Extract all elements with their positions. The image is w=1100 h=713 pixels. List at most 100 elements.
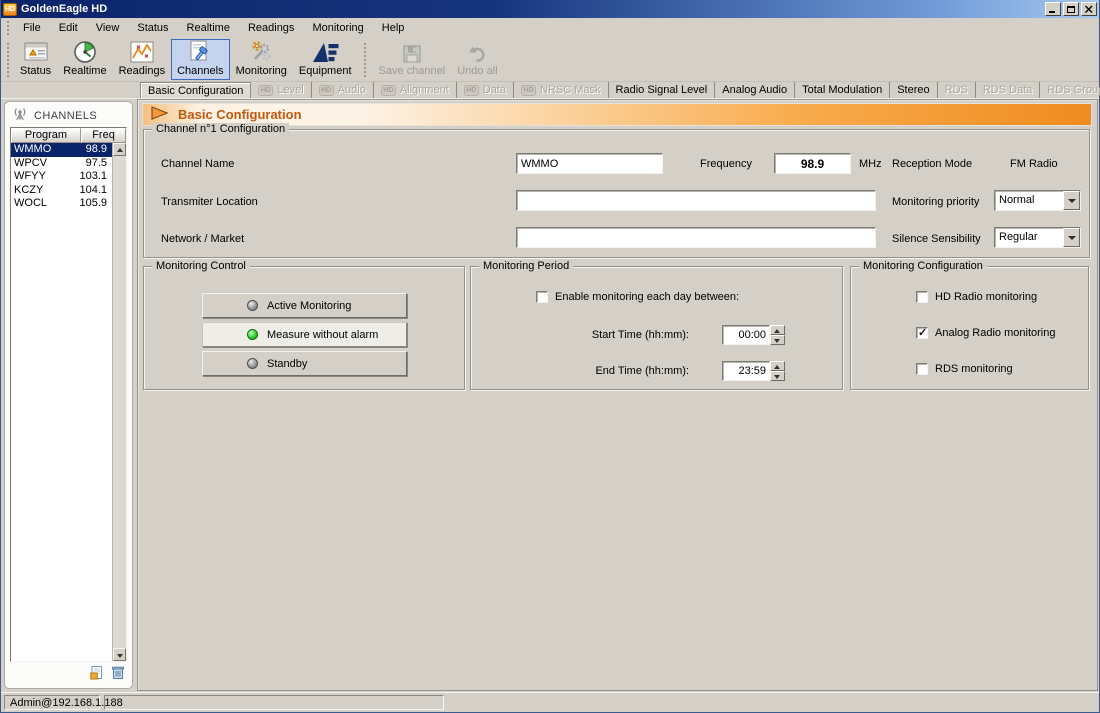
toolbar-button-realtime[interactable]: Realtime bbox=[57, 39, 112, 80]
toolbar-button-readings[interactable]: Readings bbox=[113, 39, 171, 80]
start-time-input[interactable] bbox=[722, 325, 770, 345]
monitoring-period-group-title: Monitoring Period bbox=[479, 260, 573, 273]
monitoring-priority-label: Monitoring priority bbox=[892, 196, 979, 208]
delete-channel-icon[interactable] bbox=[111, 665, 125, 683]
monitoring-control-measure-without-alarm[interactable]: Measure without alarm bbox=[202, 322, 407, 347]
tab-rds[interactable]: RDS bbox=[938, 82, 976, 98]
channel-row-kczy[interactable]: KCZY104.1 bbox=[11, 184, 112, 198]
toolbar-button-channels[interactable]: Channels bbox=[171, 39, 229, 80]
menu-item-status[interactable]: Status bbox=[128, 19, 177, 37]
tab-rds-group[interactable]: RDS Group bbox=[1040, 82, 1100, 98]
reception-mode-label: Reception Mode bbox=[892, 158, 972, 170]
monitoring-configuration-group: Monitoring Configuration HD Radio monito… bbox=[850, 266, 1089, 390]
status-bar: Admin@192.168.1.188 bbox=[1, 692, 1099, 712]
monitoring-priority-select[interactable]: Normal bbox=[994, 190, 1081, 211]
tab-radio-signal-level[interactable]: Radio Signal Level bbox=[609, 82, 716, 98]
scroll-down-icon[interactable] bbox=[113, 648, 126, 661]
channel-config-group-title: Channel n°1 Configuration bbox=[152, 123, 289, 136]
chevron-down-icon[interactable] bbox=[1063, 191, 1080, 210]
checkbox-row-analog-radio-monitoring[interactable]: Analog Radio monitoring bbox=[916, 327, 1055, 339]
toolbar: StatusRealtimeReadingsChannelsMonitoring… bbox=[1, 38, 1099, 82]
channel-frequency: 97.5 bbox=[77, 157, 112, 171]
led-gray-icon bbox=[247, 300, 258, 311]
tab-rds-data[interactable]: RDS Data bbox=[976, 82, 1041, 98]
enable-monitoring-checkbox-row[interactable]: Enable monitoring each day between: bbox=[536, 291, 739, 303]
tab-nrsc-mask[interactable]: HDNRSC Mask bbox=[514, 82, 609, 98]
toolbar-button-status[interactable]: Status bbox=[14, 39, 57, 80]
minimize-button[interactable] bbox=[1045, 2, 1061, 16]
tab-analog-audio[interactable]: Analog Audio bbox=[715, 82, 795, 98]
monitoring-period-group: Monitoring Period Enable monitoring each… bbox=[470, 266, 843, 390]
maximize-button[interactable] bbox=[1063, 2, 1079, 16]
channel-program: WFYY bbox=[11, 170, 77, 184]
network-market-input[interactable] bbox=[516, 227, 876, 248]
hd-radio-monitoring-checkbox[interactable] bbox=[916, 291, 928, 303]
channel-row-wocl[interactable]: WOCL105.9 bbox=[11, 197, 112, 211]
export-channel-icon[interactable] bbox=[89, 665, 104, 683]
led-gray-icon bbox=[247, 358, 258, 369]
frequency-input[interactable] bbox=[774, 153, 851, 174]
monitoring-control-label: Measure without alarm bbox=[267, 329, 378, 341]
toolbar-grip[interactable] bbox=[7, 43, 10, 77]
toolbar-button-save-channel[interactable]: Save channel bbox=[373, 39, 452, 80]
monitoring-control-active-monitoring[interactable]: Active Monitoring bbox=[202, 293, 407, 318]
channel-row-wpcv[interactable]: WPCV97.5 bbox=[11, 157, 112, 171]
rds-monitoring-checkbox[interactable] bbox=[916, 363, 928, 375]
hd-icon: HD bbox=[258, 85, 273, 96]
tab-level[interactable]: HD Level bbox=[251, 82, 311, 98]
menu-item-monitoring[interactable]: Monitoring bbox=[303, 19, 372, 37]
silence-sensibility-select[interactable]: Regular bbox=[994, 227, 1081, 248]
menu-bar-items: FileEditViewStatusRealtimeReadingsMonito… bbox=[14, 19, 413, 37]
spin-up-icon[interactable] bbox=[770, 325, 785, 335]
monitoring-control-group: Monitoring Control Active MonitoringMeas… bbox=[143, 266, 465, 390]
tab-label: Alignment bbox=[400, 84, 449, 96]
frequency-label: Frequency bbox=[700, 158, 752, 170]
spin-down-icon[interactable] bbox=[770, 371, 785, 381]
tab-bar: Basic ConfigurationHDLevelHDAudioHDAlign… bbox=[1, 82, 1099, 99]
transmitter-location-input[interactable] bbox=[516, 190, 876, 211]
menu-item-realtime[interactable]: Realtime bbox=[178, 19, 239, 37]
analog-radio-monitoring-checkbox[interactable] bbox=[916, 327, 928, 339]
channel-frequency: 98.9 bbox=[77, 143, 112, 157]
monitoring-control-standby[interactable]: Standby bbox=[202, 351, 407, 376]
menu-item-help[interactable]: Help bbox=[373, 19, 414, 37]
tab-total-modulation[interactable]: Total Modulation bbox=[795, 82, 890, 98]
menu-bar: FileEditViewStatusRealtimeReadingsMonito… bbox=[1, 18, 1099, 38]
menu-grip[interactable] bbox=[7, 21, 10, 35]
tab-stereo[interactable]: Stereo bbox=[890, 82, 937, 98]
scroll-up-icon[interactable] bbox=[113, 143, 126, 156]
app-icon-text: HD bbox=[5, 6, 15, 13]
column-header-program[interactable]: Program bbox=[11, 128, 81, 143]
toolbar-button-monitoring[interactable]: Monitoring bbox=[230, 39, 293, 80]
toolbar-button-undo-all[interactable]: Undo all bbox=[451, 39, 503, 80]
chevron-down-icon[interactable] bbox=[1063, 228, 1080, 247]
menu-item-readings[interactable]: Readings bbox=[239, 19, 303, 37]
realtime-icon bbox=[72, 39, 98, 65]
tab-basic-configuration[interactable]: Basic Configuration bbox=[140, 82, 251, 98]
tab-data[interactable]: HDData bbox=[457, 82, 514, 98]
end-time-input[interactable] bbox=[722, 361, 770, 381]
close-button[interactable] bbox=[1081, 2, 1097, 16]
menu-item-edit[interactable]: Edit bbox=[50, 19, 87, 37]
status-message bbox=[104, 695, 444, 710]
tab-alignment[interactable]: HDAlignment bbox=[374, 82, 457, 98]
menu-item-view[interactable]: View bbox=[87, 19, 129, 37]
tab-label: Level bbox=[277, 84, 303, 96]
window-title: GoldenEagle HD bbox=[21, 3, 1043, 15]
hd-icon: HD bbox=[464, 85, 479, 96]
toolbar-button-equipment[interactable]: Equipment bbox=[293, 39, 358, 80]
tab-audio[interactable]: HDAudio bbox=[312, 82, 374, 98]
spin-down-icon[interactable] bbox=[770, 335, 785, 345]
spin-up-icon[interactable] bbox=[770, 361, 785, 371]
channel-name-input[interactable] bbox=[516, 153, 663, 174]
end-time-spinner bbox=[722, 361, 785, 381]
channel-row-wfyy[interactable]: WFYY103.1 bbox=[11, 170, 112, 184]
checkbox-label: RDS monitoring bbox=[935, 363, 1013, 375]
channels-scrollbar[interactable] bbox=[112, 143, 126, 661]
checkbox-row-hd-radio-monitoring[interactable]: HD Radio monitoring bbox=[916, 291, 1037, 303]
enable-monitoring-checkbox[interactable] bbox=[536, 291, 548, 303]
checkbox-row-rds-monitoring[interactable]: RDS monitoring bbox=[916, 363, 1013, 375]
menu-item-file[interactable]: File bbox=[14, 19, 50, 37]
column-header-freq[interactable]: Freq bbox=[81, 128, 126, 143]
channel-row-wmmo[interactable]: WMMO98.9 bbox=[11, 143, 112, 157]
